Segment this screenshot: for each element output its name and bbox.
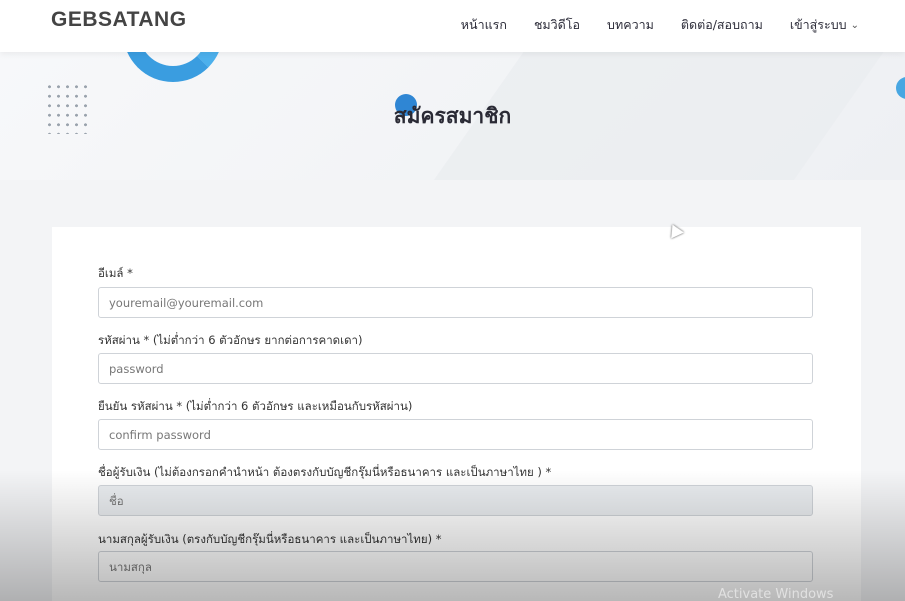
password-label: รหัสผ่าน * (ไม่ต่ำกว่า 6 ตัวอักษร ยากต่อ… [98, 333, 363, 347]
hero-banner: สมัครสมาชิก [0, 52, 905, 180]
confirm-password-input[interactable] [98, 419, 813, 450]
nav-contact-label: ติดต่อ/สอบถาม [680, 17, 763, 32]
nav-articles[interactable]: บทความ [607, 15, 654, 35]
confirm-password-label: ยืนยัน รหัสผ่าน * (ไม่ต่ำกว่า 6 ตัวอักษร… [98, 399, 413, 413]
brand-logo[interactable]: GEBSATANG [51, 8, 187, 32]
nav-login[interactable]: เข้าสู่ระบบ ⌄ [790, 15, 859, 35]
first-name-input[interactable] [98, 485, 813, 516]
decorative-blue-dot-right [896, 77, 905, 99]
last-name-label: นามสกุลผู้รับเงิน (ตรงกับบัญชีกรุ๊มนี่หร… [98, 532, 442, 546]
main-nav: หน้าแรก ชมวิดีโอ บทความ ติดต่อ/สอบถาม เข… [461, 15, 859, 35]
nav-login-label: เข้าสู่ระบบ [789, 17, 847, 32]
nav-videos[interactable]: ชมวิดีโอ [534, 15, 580, 35]
register-form-card: อีเมล์ * รหัสผ่าน * (ไม่ต่ำกว่า 6 ตัวอัก… [52, 227, 861, 601]
email-input[interactable] [98, 287, 813, 318]
activate-windows-watermark: Activate Windows [718, 587, 834, 601]
password-input[interactable] [98, 353, 813, 384]
decorative-ring [123, 52, 223, 82]
page-title: สมัครสมาชิก [393, 104, 512, 128]
nav-videos-label: ชมวิดีโอ [533, 17, 581, 32]
nav-articles-label: บทความ [607, 17, 654, 32]
nav-home-label: หน้าแรก [460, 17, 507, 32]
email-label: อีเมล์ * [98, 266, 133, 280]
last-name-input[interactable] [98, 551, 813, 582]
nav-contact[interactable]: ติดต่อ/สอบถาม [681, 15, 763, 35]
nav-home[interactable]: หน้าแรก [461, 15, 507, 35]
top-navbar: GEBSATANG หน้าแรก ชมวิดีโอ บทความ ติดต่อ… [0, 0, 905, 52]
chevron-down-icon: ⌄ [850, 19, 859, 31]
first-name-label: ชื่อผู้รับเงิน (ไม่ต้องกรอกคำนำหน้า ต้อง… [98, 465, 552, 479]
